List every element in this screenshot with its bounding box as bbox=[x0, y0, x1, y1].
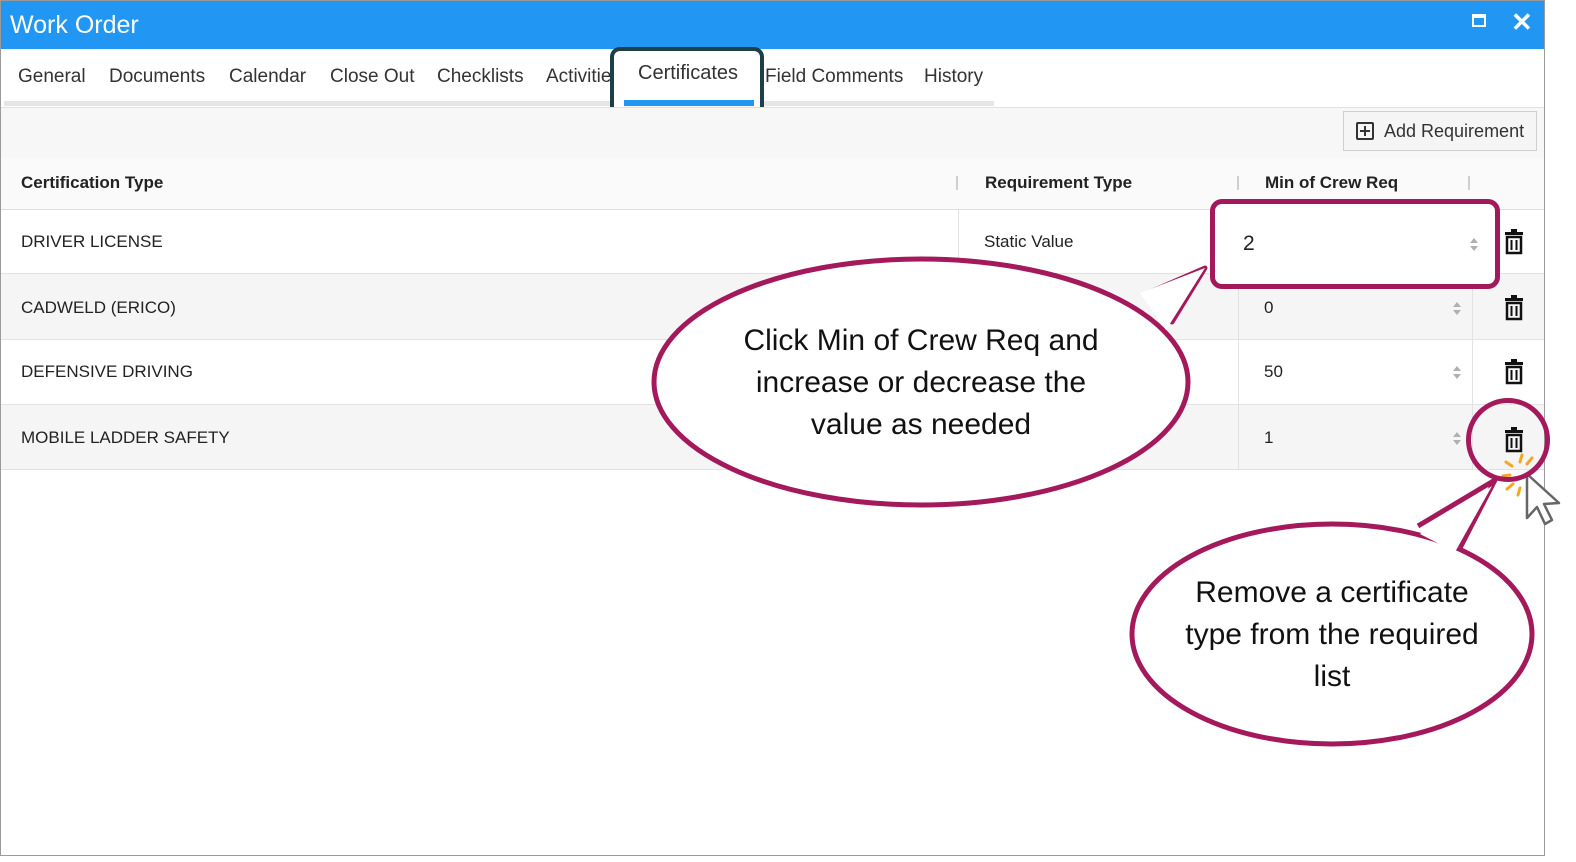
min-crew-input-value[interactable]: 2 bbox=[1243, 232, 1255, 256]
trash-highlight-circle bbox=[1466, 398, 1550, 482]
callout-text-min-crew: Click Min of Crew Req and increase or de… bbox=[743, 324, 1099, 441]
spinner-arrows-icon[interactable] bbox=[1470, 238, 1478, 252]
mouse-cursor-icon bbox=[1525, 472, 1561, 526]
callout-text-remove: Remove a certificate type from the requi… bbox=[1185, 576, 1479, 693]
